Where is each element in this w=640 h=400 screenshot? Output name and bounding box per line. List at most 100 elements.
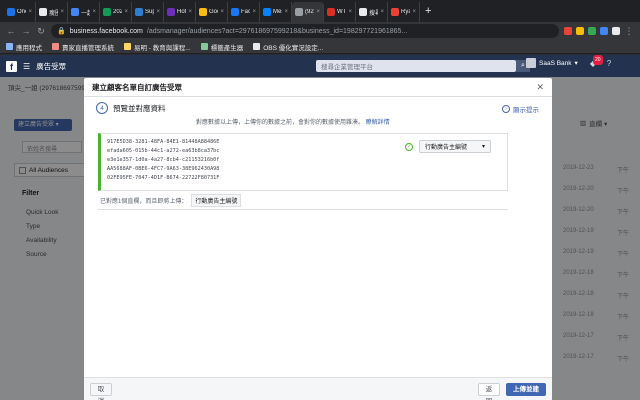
account-switcher[interactable]: SaaS Bank ▾ [526, 58, 578, 68]
tab-close-icon[interactable]: × [284, 9, 288, 15]
browser-tab[interactable]: Ryan× [388, 2, 420, 22]
tab-close-icon[interactable]: × [188, 9, 192, 15]
close-icon[interactable]: ✕ [536, 82, 544, 93]
account-name: SaaS Bank [539, 59, 572, 67]
identifier-type-select[interactable]: 行動廣告主編號 ▾ [419, 140, 491, 153]
info-icon: › [502, 105, 510, 113]
bookmark-item[interactable]: 標籤產生器 [200, 42, 243, 52]
tab-close-icon[interactable]: × [412, 9, 416, 15]
browser-tab[interactable]: 一起× [68, 2, 100, 22]
address-bar[interactable]: 🔒 business.facebook.com/adsmanager/audie… [51, 24, 559, 38]
show-tips-link[interactable]: › 顯示提示 [502, 104, 539, 114]
dialog-title: 建立顧客名單自訂廣告受眾 [92, 82, 182, 92]
tab-favicon-icon [231, 8, 239, 16]
browser-tab[interactable]: 瘦圈× [36, 2, 68, 22]
business-search-input[interactable]: 搜尋企業管理平台 [316, 60, 516, 72]
bookmark-icon [6, 43, 13, 50]
browser-tab[interactable]: Face× [228, 2, 260, 22]
tab-close-icon[interactable]: × [380, 9, 384, 15]
tab-close-icon[interactable]: × [28, 9, 32, 15]
browser-tab[interactable]: Goo× [196, 2, 228, 22]
step-description: 對應數據以上傳，上傳你的數據之前，會對你的數據使用雜湊。 瞭解詳情 [196, 117, 390, 126]
identifier-type-value: 行動廣告主編號 [425, 145, 468, 151]
tab-label: Ryan [401, 9, 410, 15]
url-host: business.facebook.com [69, 27, 143, 35]
bookmarks-bar: 應用程式 賣家直播管理系統 易明 - 教育與課程... 標籤產生器 OBS 優化實況設定… [0, 40, 640, 54]
cancel-button[interactable]: 取消 [90, 383, 112, 400]
reload-icon[interactable]: ↻ [36, 26, 46, 37]
browser-tab[interactable]: One× [4, 2, 36, 22]
browser-tab-strip: One×瘦圈×一起×202×Sup×Hotj×Goo×Face×Mess×(92… [0, 0, 640, 22]
bookmark-item[interactable]: 應用程式 [6, 42, 42, 52]
tab-favicon-icon [263, 8, 271, 16]
check-circle-icon: ✓ [405, 143, 413, 151]
tab-label: 202 [113, 9, 123, 15]
back-button[interactable]: 返回 [478, 383, 500, 400]
tab-close-icon[interactable]: × [252, 9, 256, 15]
tab-favicon-icon [199, 8, 207, 16]
avatar [526, 58, 536, 68]
dialog-footer: 取消 返回 上傳並建立 [84, 377, 552, 400]
browser-tab[interactable]: Mess× [260, 2, 292, 22]
id-value: 917E5D38-3281-48FA-84E1-81448A88486E [107, 139, 220, 145]
tab-label: Goo [209, 9, 218, 15]
data-mapping-row: 917E5D38-3281-48FA-84E1-81448A88486E efa… [98, 133, 508, 191]
tab-favicon-icon [103, 8, 111, 16]
tab-label: Mess [273, 9, 282, 15]
bookmark-item[interactable]: 易明 - 教育與課程... [124, 42, 191, 52]
browser-tab[interactable]: 搜尋× [356, 2, 388, 22]
tab-label: Sup [145, 9, 154, 15]
bookmark-item[interactable]: 賣家直播管理系統 [52, 42, 114, 52]
tab-label: WT [337, 9, 347, 15]
extension-icon[interactable] [576, 27, 584, 35]
kebab-menu-icon[interactable]: ⋮ [624, 26, 634, 37]
facebook-logo-icon[interactable]: f [6, 60, 17, 72]
tab-close-icon[interactable]: × [220, 9, 224, 15]
help-icon[interactable]: ? [604, 59, 614, 69]
upload-and-create-button[interactable]: 上傳並建立 [506, 383, 546, 400]
profile-avatar-icon[interactable] [612, 27, 620, 35]
bookmark-item[interactable]: OBS 優化實況設定... [253, 42, 323, 52]
bookmark-icon [52, 43, 59, 50]
tab-close-icon[interactable]: × [156, 9, 160, 15]
create-custom-audience-dialog: 建立顧客名單自訂廣告受眾 ✕ 4 預覽並對應資料 › 顯示提示 對應數據以上傳，… [84, 78, 552, 400]
browser-tab[interactable]: 202 × [100, 2, 132, 22]
divider [98, 209, 508, 210]
tab-close-icon[interactable]: × [92, 9, 96, 15]
browser-tab[interactable]: (92)× [292, 2, 324, 22]
id-value: e3e1e357-1d0a-4a27-8cb4-c21153216b0f [107, 157, 220, 163]
learn-more-link[interactable]: 瞭解詳情 [366, 120, 390, 126]
mapped-field-tag: 行動廣告主編號 [191, 194, 242, 207]
tab-favicon-icon [7, 8, 15, 16]
id-value: efada605-015b-44c1-a272-ea63b8ca37bc [107, 148, 220, 154]
hamburger-menu-icon[interactable]: ☰ [23, 62, 30, 71]
step-number: 4 [96, 102, 108, 114]
extension-icon[interactable] [564, 27, 572, 35]
browser-tab[interactable]: Hotj× [164, 2, 196, 22]
tab-favicon-icon [327, 8, 335, 16]
bookmark-label: 賣家直播管理系統 [62, 44, 114, 52]
tab-favicon-icon [135, 8, 143, 16]
extension-icon[interactable] [588, 27, 596, 35]
browser-tab[interactable]: Sup× [132, 2, 164, 22]
fb-section-title[interactable]: 廣告受眾 [36, 61, 66, 72]
back-arrow-icon[interactable]: ← [6, 26, 16, 36]
mapping-summary: 已對應1個直欄，而且即將上傳： 行動廣告主編號 [100, 194, 242, 207]
tab-favicon-icon [39, 8, 47, 16]
tab-close-icon[interactable]: × [348, 9, 352, 15]
lock-icon: 🔒 [57, 28, 66, 35]
tab-favicon-icon [391, 8, 399, 16]
notifications-icon[interactable]: ◆20 [588, 55, 603, 69]
step-header: 4 預覽並對應資料 [96, 102, 166, 114]
forward-arrow-icon[interactable]: → [21, 26, 31, 36]
browser-tab[interactable]: WT × [324, 2, 356, 22]
tab-close-icon[interactable]: × [316, 9, 320, 15]
new-tab-icon[interactable]: + [420, 2, 436, 22]
tab-close-icon[interactable]: × [124, 9, 128, 15]
extension-icon[interactable] [600, 27, 608, 35]
tab-close-icon[interactable]: × [60, 9, 64, 15]
tab-label: Face [241, 9, 250, 15]
step-title: 預覽並對應資料 [113, 103, 166, 113]
url-path: /adsmanager/audiences?act=29761869759921… [146, 27, 408, 35]
description-text: 對應數據以上傳，上傳你的數據之前，會對你的數據使用雜湊。 [196, 120, 365, 126]
